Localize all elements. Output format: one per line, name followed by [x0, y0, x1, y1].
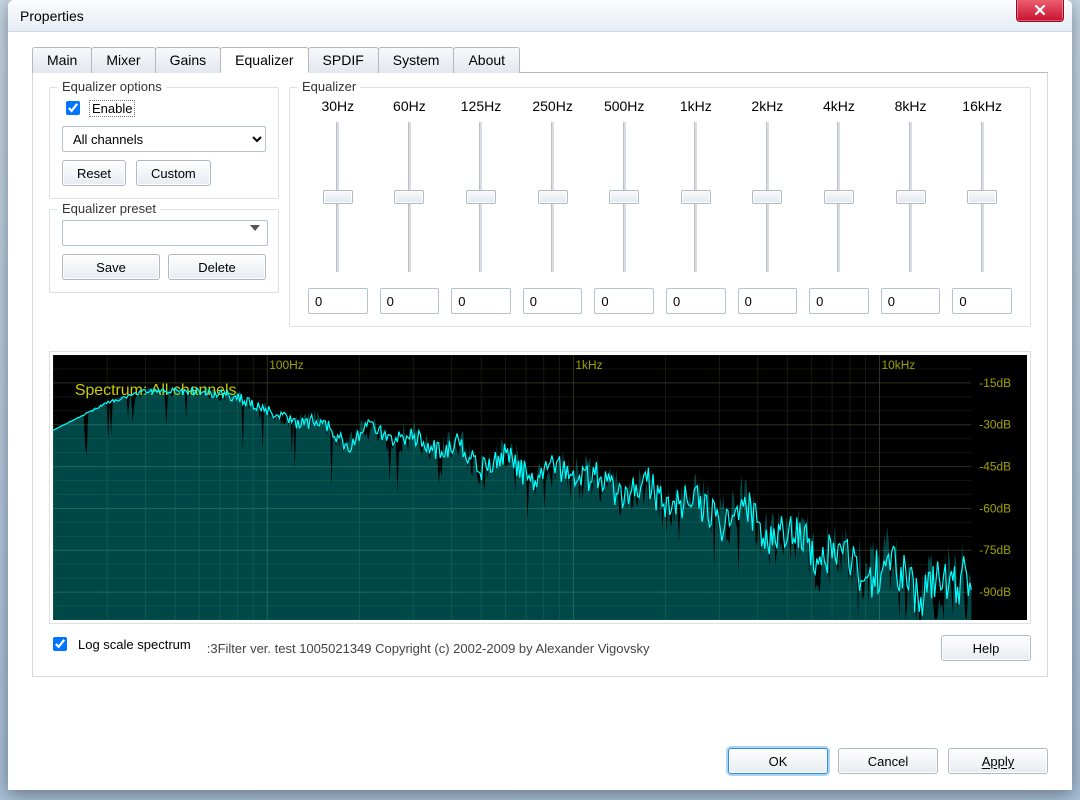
svg-text:1kHz: 1kHz: [575, 358, 602, 372]
eq-value-30Hz[interactable]: [308, 288, 368, 314]
slider-thumb[interactable]: [681, 190, 711, 204]
svg-text:-30dB: -30dB: [979, 418, 1011, 432]
slider-thumb[interactable]: [609, 190, 639, 204]
svg-text:100Hz: 100Hz: [269, 358, 303, 372]
close-icon: [1034, 4, 1046, 16]
band-label: 4kHz: [803, 98, 875, 114]
eq-value-8kHz[interactable]: [881, 288, 941, 314]
channel-select[interactable]: All channels: [62, 126, 266, 152]
tab-gains[interactable]: Gains: [155, 47, 222, 73]
log-scale[interactable]: Log scale spectrum: [49, 634, 193, 654]
eq-slider-4kHz[interactable]: [824, 122, 854, 272]
save-preset-button[interactable]: Save: [62, 254, 160, 280]
svg-text:10kHz: 10kHz: [881, 358, 915, 372]
spectrum-panel: 100Hz 1kHz 10kHz -15dB -30dB -45dB -60dB -75dB -…: [49, 351, 1031, 624]
band-label: 1kHz: [660, 98, 732, 114]
slider-thumb[interactable]: [967, 190, 997, 204]
svg-text:-45dB: -45dB: [979, 460, 1011, 474]
ok-button[interactable]: OK: [728, 748, 828, 774]
band-label: 30Hz: [302, 98, 374, 114]
eq-value-60Hz[interactable]: [380, 288, 440, 314]
preset-input[interactable]: [62, 220, 268, 246]
eq-slider-8kHz[interactable]: [896, 122, 926, 272]
close-button[interactable]: [1016, 0, 1064, 22]
help-button[interactable]: Help: [941, 635, 1031, 661]
slider-thumb[interactable]: [394, 190, 424, 204]
svg-text:-15dB: -15dB: [979, 376, 1011, 390]
enable-eq[interactable]: Enable: [62, 98, 266, 118]
preset-legend: Equalizer preset: [58, 201, 160, 216]
titlebar[interactable]: Properties: [8, 0, 1072, 32]
eq-value-125Hz[interactable]: [451, 288, 511, 314]
reset-button[interactable]: Reset: [62, 160, 126, 186]
tab-mixer[interactable]: Mixer: [91, 47, 155, 73]
eq-slider-500Hz[interactable]: [609, 122, 639, 272]
band-label: 125Hz: [445, 98, 517, 114]
eq-slider-1kHz[interactable]: [681, 122, 711, 272]
tab-about[interactable]: About: [453, 47, 520, 73]
tab-main[interactable]: Main: [32, 47, 92, 73]
slider-thumb[interactable]: [896, 190, 926, 204]
band-label: 8kHz: [875, 98, 947, 114]
slider-thumb[interactable]: [824, 190, 854, 204]
preset-group: Equalizer preset Save Delete: [49, 209, 279, 293]
eq-slider-60Hz[interactable]: [394, 122, 424, 272]
eq-slider-16kHz[interactable]: [967, 122, 997, 272]
eq-slider-125Hz[interactable]: [466, 122, 496, 272]
log-scale-checkbox[interactable]: [53, 637, 67, 651]
equalizer-group: Equalizer 30Hz 60Hz 125Hz 250Hz 500Hz 1k…: [289, 87, 1031, 327]
eq-value-4kHz[interactable]: [809, 288, 869, 314]
svg-text:-60dB: -60dB: [979, 501, 1011, 515]
eq-value-1kHz[interactable]: [666, 288, 726, 314]
log-scale-label: Log scale spectrum: [76, 637, 193, 652]
eq-value-250Hz[interactable]: [523, 288, 583, 314]
properties-window: Properties Main Mixer Gains Equalizer SP…: [8, 0, 1072, 790]
eq-options-group: Equalizer options Enable All channels Re…: [49, 87, 279, 199]
cancel-button[interactable]: Cancel: [838, 748, 938, 774]
slider-thumb[interactable]: [752, 190, 782, 204]
custom-button[interactable]: Custom: [136, 160, 211, 186]
spectrum-chart: 100Hz 1kHz 10kHz -15dB -30dB -45dB -60dB -75dB -…: [53, 355, 1027, 620]
tab-system[interactable]: System: [378, 47, 455, 73]
band-label: 500Hz: [588, 98, 660, 114]
copyright-text: :3Filter ver. test 1005021349 Copyright …: [207, 641, 927, 656]
apply-label: Apply: [982, 754, 1015, 769]
chevron-down-icon[interactable]: [250, 225, 260, 231]
eq-value-16kHz[interactable]: [952, 288, 1012, 314]
tab-content: Equalizer options Enable All channels Re…: [32, 73, 1048, 677]
eq-options-legend: Equalizer options: [58, 79, 166, 94]
eq-slider-30Hz[interactable]: [323, 122, 353, 272]
tab-equalizer[interactable]: Equalizer: [220, 47, 308, 73]
equalizer-legend: Equalizer: [298, 79, 360, 94]
enable-eq-label: Enable: [89, 100, 135, 117]
svg-text:-90dB: -90dB: [979, 585, 1011, 599]
svg-text:-75dB: -75dB: [979, 543, 1011, 557]
eq-slider-2kHz[interactable]: [752, 122, 782, 272]
band-label: 16kHz: [946, 98, 1018, 114]
enable-eq-checkbox[interactable]: [66, 101, 80, 115]
tab-spdif[interactable]: SPDIF: [308, 47, 379, 73]
delete-preset-button[interactable]: Delete: [168, 254, 266, 280]
tabstrip: Main Mixer Gains Equalizer SPDIF System …: [32, 46, 1048, 73]
slider-thumb[interactable]: [466, 190, 496, 204]
band-label: 60Hz: [374, 98, 446, 114]
dialog-buttons: OK Cancel Apply: [728, 748, 1048, 774]
eq-value-500Hz[interactable]: [594, 288, 654, 314]
band-label: 2kHz: [732, 98, 804, 114]
eq-value-2kHz[interactable]: [738, 288, 798, 314]
eq-slider-250Hz[interactable]: [538, 122, 568, 272]
band-label: 250Hz: [517, 98, 589, 114]
window-title: Properties: [20, 8, 84, 24]
apply-button[interactable]: Apply: [948, 748, 1048, 774]
slider-thumb[interactable]: [323, 190, 353, 204]
slider-thumb[interactable]: [538, 190, 568, 204]
